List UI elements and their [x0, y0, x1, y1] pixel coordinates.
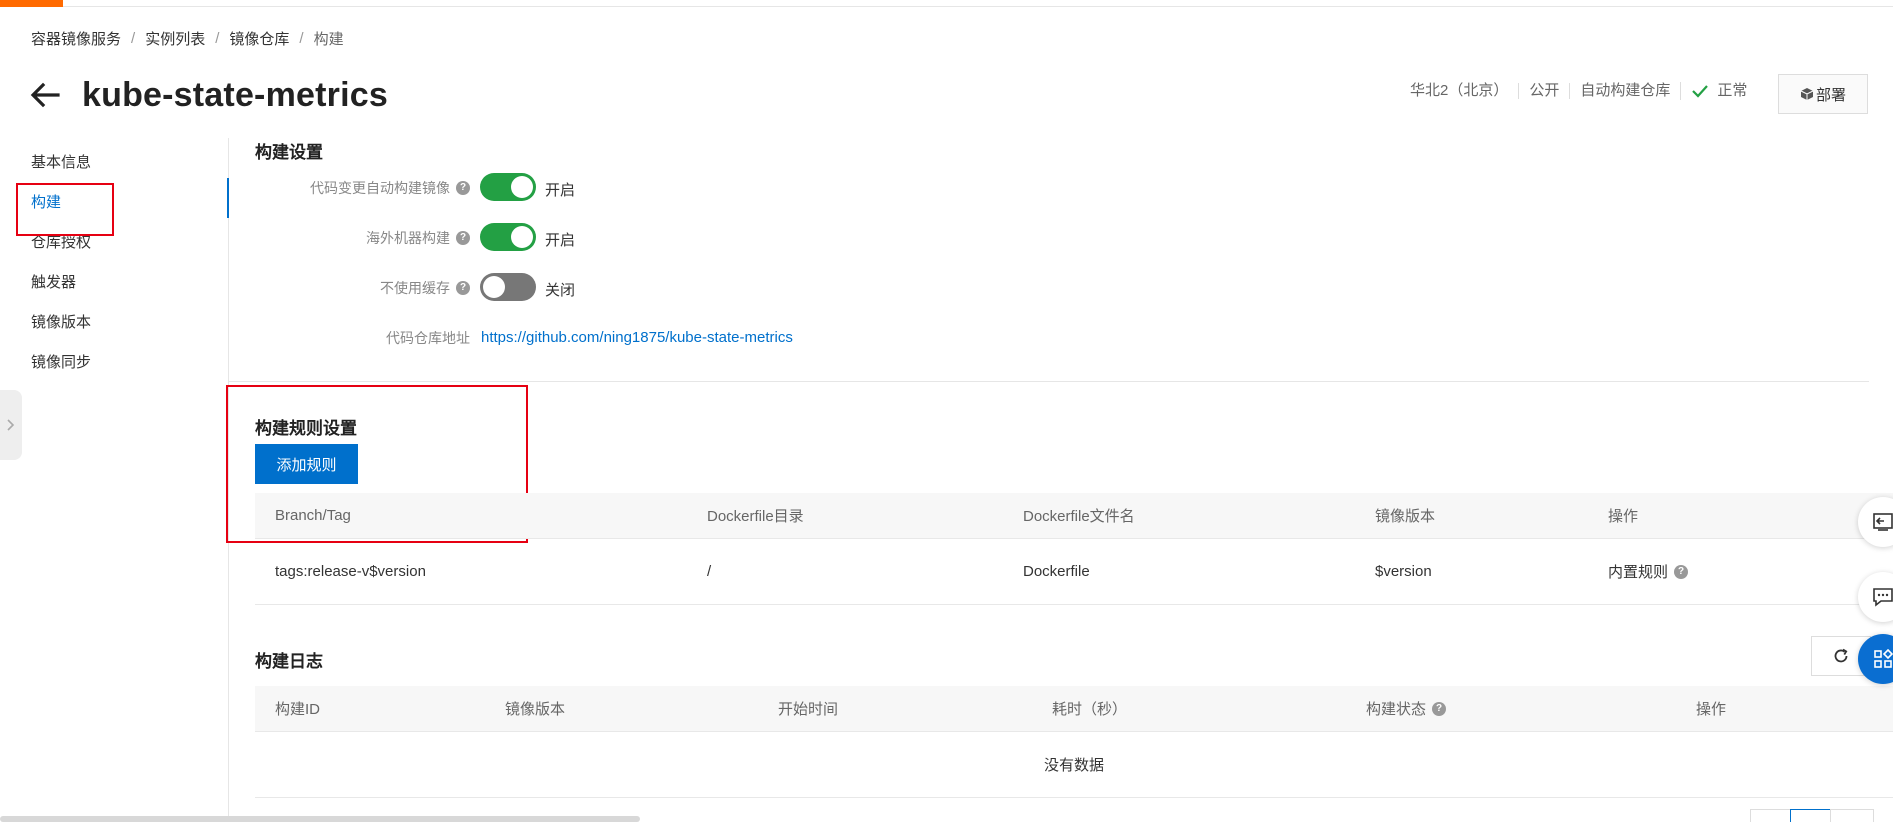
- section-divider: [229, 381, 1869, 382]
- column-header: Branch/Tag: [275, 507, 351, 524]
- no-cache-label-text: 不使用缓存: [380, 280, 450, 296]
- switch-knob: [511, 176, 533, 198]
- sidebar-item-triggers[interactable]: 触发器: [31, 271, 76, 292]
- add-rule-button[interactable]: 添加规则: [255, 444, 358, 484]
- title-row: kube-state-metrics: [28, 72, 388, 118]
- column-header: 构建ID: [275, 701, 321, 718]
- repo-type-label: 自动构建仓库: [1569, 83, 1680, 99]
- status-badge: 正常: [1680, 82, 1757, 100]
- horizontal-scrollbar[interactable]: [0, 816, 640, 822]
- column-header: 镜像版本: [1375, 508, 1436, 525]
- status-text: 正常: [1717, 82, 1748, 99]
- build-rules-title: 构建规则设置: [255, 419, 357, 438]
- arrow-left-icon[interactable]: [28, 78, 62, 112]
- overseas-build-label-text: 海外机器构建: [366, 230, 450, 246]
- top-bar: [0, 0, 1893, 7]
- build-settings-title: 构建设置: [255, 143, 323, 162]
- no-cache-label: 不使用缓存 ?: [230, 277, 470, 299]
- table-header: 构建ID 镜像版本 开始时间 耗时（秒） 构建状态 ? 操作: [255, 686, 1893, 732]
- visibility-label: 公开: [1518, 83, 1569, 99]
- chat-icon: [1873, 588, 1893, 607]
- cell-action: 内置规则 ?: [1608, 539, 1689, 604]
- repo-url-label: 代码仓库地址: [230, 327, 470, 349]
- pager-next[interactable]: [1830, 809, 1874, 822]
- apps-grid-icon: [1874, 649, 1893, 668]
- builtin-rule-text: 内置规则: [1608, 564, 1669, 581]
- column-header: 开始时间: [778, 701, 839, 718]
- no-cache-switch[interactable]: [480, 273, 536, 301]
- breadcrumb-item-repositories[interactable]: 镜像仓库: [229, 28, 289, 49]
- auto-build-label-text: 代码变更自动构建镜像: [310, 180, 450, 196]
- build-logs-title: 构建日志: [255, 652, 323, 671]
- cell-dockerfile-name: Dockerfile: [1023, 563, 1090, 580]
- pager-page[interactable]: [1790, 809, 1834, 822]
- sidebar: 基本信息 构建 仓库授权 触发器 镜像版本 镜像同步: [0, 138, 229, 822]
- column-header-text: 构建状态: [1366, 701, 1427, 718]
- auto-build-switch[interactable]: [480, 173, 536, 201]
- overseas-build-state: 开启: [545, 232, 576, 249]
- region-label: 华北2（北京）: [1410, 82, 1509, 99]
- table-header: Branch/Tag Dockerfile目录 Dockerfile文件名 镜像…: [255, 493, 1893, 539]
- sidebar-item-basic-info[interactable]: 基本信息: [31, 151, 91, 172]
- cell-dockerfile-dir: /: [707, 563, 712, 580]
- page-root: 容器镜像服务 / 实例列表 / 镜像仓库 / 构建 kube-state-met…: [0, 0, 1893, 822]
- page-title: kube-state-metrics: [82, 75, 388, 114]
- auto-build-label: 代码变更自动构建镜像 ?: [230, 177, 470, 199]
- cell-branch-tag: tags:release-v$version: [275, 563, 426, 580]
- breadcrumb-item-service[interactable]: 容器镜像服务: [31, 28, 121, 49]
- question-circle-icon[interactable]: ?: [1674, 564, 1689, 579]
- no-cache-state: 关闭: [545, 282, 576, 299]
- column-header: 操作: [1608, 508, 1639, 525]
- float-chat-button[interactable]: [1858, 572, 1893, 622]
- sidebar-item-build[interactable]: 构建: [31, 191, 61, 212]
- deploy-button[interactable]: 部署: [1778, 74, 1868, 114]
- deploy-button-label: 部署: [1815, 86, 1846, 104]
- column-header: 操作: [1696, 701, 1727, 718]
- table-row: tags:release-v$version / Dockerfile $ver…: [255, 539, 1893, 605]
- refresh-icon: [1834, 648, 1848, 663]
- pager-prev[interactable]: [1750, 809, 1794, 822]
- switch-knob: [483, 276, 505, 298]
- brand-accent: [0, 0, 63, 7]
- breadcrumb-separator: /: [215, 30, 220, 47]
- overseas-build-label: 海外机器构建 ?: [230, 227, 470, 249]
- breadcrumb-item-current: 构建: [313, 31, 344, 48]
- auto-build-state: 开启: [545, 182, 576, 199]
- cell-image-version: $version: [1375, 563, 1432, 580]
- column-header: Dockerfile文件名: [1023, 508, 1135, 525]
- overseas-build-switch[interactable]: [480, 223, 536, 251]
- repo-url-label-text: 代码仓库地址: [386, 330, 470, 346]
- sidebar-item-image-sync[interactable]: 镜像同步: [31, 351, 91, 372]
- breadcrumb-separator: /: [131, 30, 136, 47]
- question-circle-icon[interactable]: ?: [456, 231, 470, 245]
- question-circle-icon[interactable]: ?: [456, 181, 470, 195]
- breadcrumb-separator: /: [299, 30, 304, 47]
- cube-icon: [1800, 88, 1814, 100]
- switch-knob: [511, 226, 533, 248]
- question-circle-icon[interactable]: ?: [1432, 701, 1447, 716]
- float-apps-button[interactable]: [1858, 634, 1893, 684]
- column-header-build-status: 构建状态 ?: [1366, 686, 1447, 731]
- breadcrumb-item-instances[interactable]: 实例列表: [145, 28, 205, 49]
- sidebar-collapse-toggle[interactable]: [0, 390, 22, 460]
- column-header: 镜像版本: [505, 701, 566, 718]
- build-rules-table: Branch/Tag Dockerfile目录 Dockerfile文件名 镜像…: [255, 493, 1893, 605]
- column-header: 耗时（秒）: [1052, 701, 1128, 718]
- empty-state: 没有数据: [255, 732, 1893, 798]
- panel-left-icon: [1873, 513, 1893, 531]
- chevron-right-icon: [7, 419, 15, 431]
- check-icon: [1692, 85, 1709, 98]
- breadcrumb: 容器镜像服务 / 实例列表 / 镜像仓库 / 构建: [31, 28, 344, 49]
- column-header: Dockerfile目录: [707, 508, 804, 525]
- sidebar-item-image-versions[interactable]: 镜像版本: [31, 311, 91, 332]
- sidebar-item-repo-auth[interactable]: 仓库授权: [31, 231, 91, 252]
- build-logs-table: 构建ID 镜像版本 开始时间 耗时（秒） 构建状态 ? 操作 没有数据: [255, 686, 1893, 798]
- sidebar-active-indicator: [227, 178, 229, 218]
- question-circle-icon[interactable]: ?: [456, 281, 470, 295]
- repo-url-link[interactable]: https://github.com/ning1875/kube-state-m…: [481, 329, 793, 346]
